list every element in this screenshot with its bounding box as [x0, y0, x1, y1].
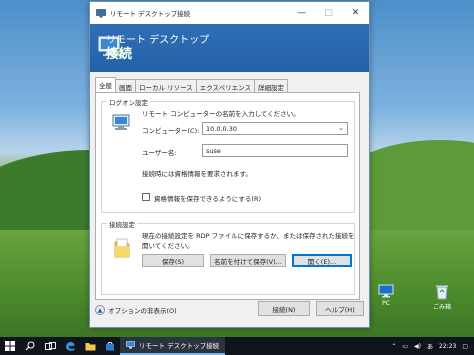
desktop-icon-pc[interactable]: PC	[366, 284, 406, 307]
minimize-button[interactable]: —	[288, 2, 315, 24]
search-button[interactable]	[20, 337, 40, 355]
banner-title-line2: 接続	[106, 46, 133, 62]
connection-description-line2: 開いてください。	[142, 242, 194, 250]
connection-group-label: 接続設定	[107, 219, 137, 229]
banner-title-line1: リモート デスクトップ	[106, 34, 210, 46]
user-name-value: suse	[206, 147, 221, 155]
clock[interactable]: 22:23	[439, 343, 456, 350]
header-banner: リモート デスクトップ 接続	[90, 24, 369, 72]
desktop-icon-label: PC	[382, 300, 390, 307]
tab-advanced[interactable]: 詳細設定	[253, 79, 288, 92]
desktop-icon-label: ごみ箱	[432, 304, 451, 311]
open-button[interactable]: 開く(E)...	[292, 254, 352, 267]
window-title: リモート デスクトップ接続	[110, 10, 191, 18]
store-taskbar-button[interactable]	[100, 337, 120, 355]
close-button[interactable]: ✕	[342, 2, 369, 24]
connection-description-line1: 現在の接続設定を RDP ファイルに保存するか、または保存された接続を	[142, 232, 355, 240]
chevron-up-tray-icon[interactable]: ⌃	[391, 343, 396, 350]
search-icon	[25, 341, 35, 351]
connection-settings-group: 接続設定 現在の接続設定を RDP ファイルに保存するか、または保存された接続を…	[101, 219, 355, 295]
tab-strip: 全般 画面 ローカル リソース エクスペリエンス 詳細設定	[95, 77, 288, 92]
rdp-app-icon	[96, 8, 106, 17]
store-icon	[106, 342, 114, 351]
computer-value: 10.0.0.30	[206, 125, 238, 133]
computer-label: コンピューター(C):	[142, 127, 200, 135]
volume-icon[interactable]: ◀)	[414, 343, 421, 350]
general-tab-panel: ログオン設定 リモート コンピューターの名前を入力してください。 コンピューター…	[95, 92, 360, 300]
desktop-icon-recycle-bin[interactable]: ごみ箱	[422, 284, 462, 311]
tab-display[interactable]: 画面	[115, 79, 136, 92]
taskbar-app-remote-desktop[interactable]: リモート デスクトップ接続	[120, 337, 226, 355]
system-tray: ⌃ ▭ ◀) あ 22:23 ▢	[385, 342, 474, 351]
taskbar-app-label: リモート デスクトップ接続	[139, 342, 220, 350]
dialog-body: 全般 画面 ローカル リソース エクスペリエンス 詳細設定 ログオン設定 リモー…	[90, 72, 369, 327]
rdp-file-folder-icon	[114, 238, 130, 258]
credential-note: 接続時には資格情報を要求されます。	[142, 170, 252, 178]
logon-group-label: ログオン設定	[107, 97, 150, 107]
hide-options-label[interactable]: オプションの非表示(O)	[108, 305, 177, 315]
save-credentials-checkbox[interactable]	[142, 193, 150, 201]
tab-experience[interactable]: エクスペリエンス	[195, 79, 255, 92]
save-credentials-label[interactable]: 資格情報を保存できるようにする(R)	[154, 193, 261, 203]
network-icon[interactable]: ▭	[402, 343, 408, 350]
task-view-icon	[44, 341, 56, 350]
user-name-label: ユーザー名:	[142, 149, 177, 157]
explorer-taskbar-button[interactable]	[80, 337, 100, 355]
edge-browser-icon	[66, 342, 75, 351]
chevron-down-icon[interactable]: ⌄	[338, 124, 344, 132]
pc-icon	[378, 284, 394, 298]
tab-general[interactable]: 全般	[95, 77, 116, 92]
recycle-bin-icon	[436, 285, 448, 300]
start-button[interactable]	[0, 337, 20, 355]
computer-combobox[interactable]: 10.0.0.30 ⌄	[202, 122, 348, 135]
title-bar[interactable]: リモート デスクトップ接続 — □ ✕	[90, 2, 369, 24]
rdp-taskbar-icon	[126, 341, 135, 349]
chevron-up-icon[interactable]: ▲	[95, 305, 105, 315]
task-view-button[interactable]	[40, 337, 60, 355]
computer-icon	[112, 114, 130, 130]
hide-options-toggle[interactable]: ▲ オプションの非表示(O)	[95, 305, 177, 315]
user-name-field[interactable]: suse	[202, 144, 348, 157]
logon-instruction: リモート コンピューターの名前を入力してください。	[142, 110, 300, 118]
help-button[interactable]: ヘルプ(H)	[316, 301, 364, 316]
ime-icon[interactable]: あ	[427, 342, 433, 351]
edge-taskbar-button[interactable]	[60, 337, 80, 355]
tab-local-resources[interactable]: ローカル リソース	[135, 79, 197, 92]
windows-logo-icon	[5, 341, 15, 351]
remote-desktop-window: リモート デスクトップ接続 — □ ✕ リモート デスクトップ 接続 全般 画面…	[89, 1, 370, 328]
save-button[interactable]: 保存(S)	[142, 254, 204, 267]
save-as-button[interactable]: 名前を付けて保存(V)...	[210, 254, 286, 267]
folder-icon	[85, 342, 95, 350]
maximize-button[interactable]: □	[315, 2, 342, 24]
notification-icon[interactable]: ▢	[462, 343, 468, 350]
connect-button[interactable]: 接続(N)	[258, 301, 310, 316]
logon-settings-group: ログオン設定 リモート コンピューターの名前を入力してください。 コンピューター…	[101, 97, 355, 213]
taskbar: リモート デスクトップ接続 ⌃ ▭ ◀) あ 22:23 ▢	[0, 337, 474, 355]
